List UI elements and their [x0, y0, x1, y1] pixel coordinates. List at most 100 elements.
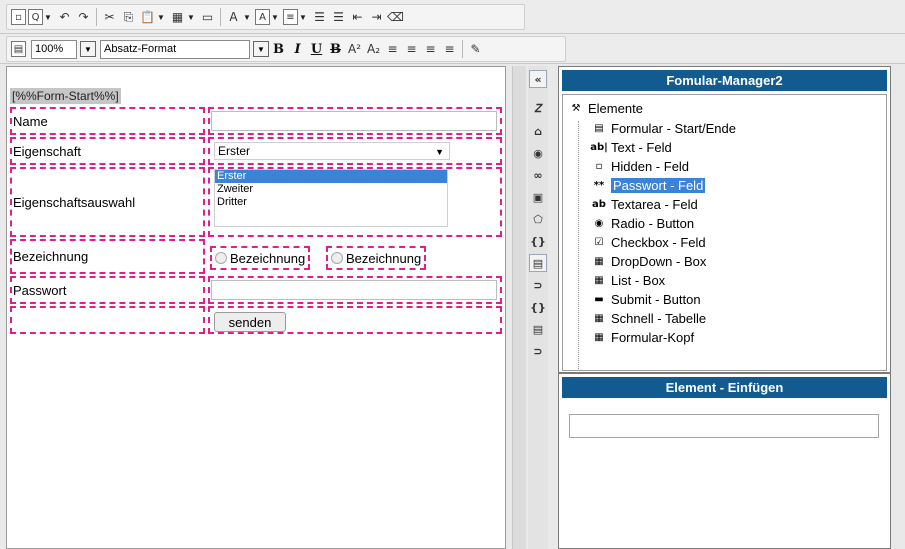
tree-item-label: List - Box	[611, 272, 666, 288]
chevron-down-icon[interactable]: ▼	[253, 41, 269, 57]
tree-item[interactable]: ◉ Radio - Button	[591, 214, 694, 232]
preview-icon[interactable]: Q	[28, 9, 43, 25]
list-option[interactable]: Zweiter	[215, 183, 447, 196]
radio-icon[interactable]	[215, 252, 227, 264]
radio-option[interactable]: Bezeichnung	[326, 246, 427, 270]
form-element-icon[interactable]: ▤	[529, 254, 547, 272]
cut-icon[interactable]: ✂	[101, 8, 118, 27]
text-color-icon[interactable]: A	[225, 8, 242, 27]
checkbox-icon: ☑	[594, 236, 604, 248]
bold-button[interactable]: B	[270, 40, 287, 59]
bg-color-icon[interactable]: A	[255, 9, 270, 25]
tree-item[interactable]: ▦ Formular-Kopf	[591, 328, 694, 346]
home-icon[interactable]: ⌂	[529, 122, 547, 140]
plug-icon[interactable]: ⊃	[529, 342, 547, 360]
tree-item-label: Checkbox - Feld	[611, 234, 706, 250]
insert-input[interactable]	[569, 414, 879, 438]
anchor-icon[interactable]: ⬠	[529, 210, 547, 228]
collapse-icon[interactable]: «	[529, 70, 547, 88]
strikethrough-button[interactable]: B	[327, 40, 344, 59]
unordered-list-icon[interactable]: ☰	[330, 8, 347, 27]
tree-root[interactable]: ⚒ Elemente	[568, 101, 643, 116]
chevron-down-icon[interactable]: ▼	[243, 13, 251, 22]
form-row: Passwort	[10, 276, 502, 304]
chevron-down-icon[interactable]: ▼	[299, 13, 307, 22]
form-row: Bezeichnung Bezeichnung Bezeichnung	[10, 239, 502, 274]
eigenschaftsauswahl-listbox[interactable]: Erster Zweiter Dritter	[214, 169, 448, 227]
tree-item[interactable]: ▦ Schnell - Tabelle	[591, 309, 706, 327]
password-cell	[208, 276, 502, 304]
tree-item-label: Text - Feld	[611, 139, 672, 155]
tree-item[interactable]: ▦ DropDown - Box	[591, 252, 706, 270]
toolbar-format-group: ▤ 100% ▼ Absatz-Format ▼ B I U B A² A₂ ≡…	[6, 36, 566, 62]
chevron-down-icon[interactable]: ▼	[271, 13, 279, 22]
indent-icon[interactable]: ⇥	[368, 8, 385, 27]
tree-item-label: Schnell - Tabelle	[611, 310, 707, 326]
chevron-down-icon[interactable]: ▼	[157, 13, 165, 22]
row-label: Passwort	[10, 276, 205, 304]
list-option[interactable]: Erster	[215, 170, 447, 183]
tree-root-label: Elemente	[588, 101, 643, 116]
splitter[interactable]	[512, 66, 526, 549]
box-icon[interactable]: ▭	[199, 8, 216, 27]
underline-button[interactable]: U	[308, 40, 325, 59]
calendar-icon[interactable]: ▤	[11, 41, 26, 57]
chevron-down-icon[interactable]: ▼	[187, 13, 195, 22]
tree-item-label: Radio - Button	[611, 215, 695, 231]
tree-item[interactable]: ab| Text - Feld	[590, 138, 672, 156]
align-justify-icon[interactable]: ≡	[441, 40, 458, 59]
image-icon[interactable]: ▣	[529, 188, 547, 206]
undo-icon[interactable]: ↶	[56, 8, 73, 27]
chevron-down-icon[interactable]: ▼	[80, 41, 96, 57]
paste-icon[interactable]: 📋	[139, 8, 156, 27]
new-doc-icon[interactable]: ▫	[11, 9, 26, 25]
italic-button[interactable]: I	[289, 40, 306, 59]
eraser-icon[interactable]: ⌫	[387, 8, 404, 27]
list-option[interactable]: Dritter	[215, 196, 447, 209]
list-icon[interactable]: ≡	[283, 9, 298, 25]
paragraph-format-select[interactable]: Absatz-Format	[100, 39, 250, 59]
editor-area[interactable]: [%%Form-Start%%] Name Eigenschaft Erster…	[6, 66, 506, 549]
tree-item[interactable]: ☑ Checkbox - Feld	[591, 233, 706, 251]
dropdown-icon: ▦	[594, 255, 604, 267]
chevron-down-icon[interactable]: ▼	[44, 13, 52, 22]
submit-button[interactable]: senden	[214, 312, 286, 332]
tree-item[interactable]: ab Textarea - Feld	[591, 195, 698, 213]
code-icon[interactable]: {}	[529, 232, 547, 250]
code-icon[interactable]: {}	[529, 298, 547, 316]
row-label: Name	[10, 107, 205, 135]
name-input[interactable]	[211, 111, 497, 131]
link-icon[interactable]: ∞	[529, 166, 547, 184]
toolbar-format: ▤ 100% ▼ Absatz-Format ▼ B I U B A² A₂ ≡…	[0, 34, 905, 64]
tree-item[interactable]: ▤ Formular - Start/Ende	[591, 119, 736, 137]
tree-item[interactable]: ▦ List - Box	[591, 271, 665, 289]
outdent-icon[interactable]: ⇤	[349, 8, 366, 27]
align-right-icon[interactable]: ≡	[422, 40, 439, 59]
listbox-icon: ▦	[594, 274, 604, 286]
ordered-list-icon[interactable]: ☰	[311, 8, 328, 27]
textarea-icon: ab	[592, 198, 606, 210]
subscript-icon[interactable]: A₂	[365, 40, 382, 59]
superscript-icon[interactable]: A²	[346, 40, 363, 59]
plug-icon[interactable]: ⊃	[529, 276, 547, 294]
form-icon[interactable]: 𝑍	[529, 100, 547, 118]
copy-icon[interactable]: ⎘	[120, 8, 137, 27]
tree-item[interactable]: ** Passwort - Feld	[591, 176, 706, 194]
align-left-icon[interactable]: ≡	[384, 40, 401, 59]
eigenschaft-select[interactable]: Erster ▼	[214, 142, 450, 160]
settings-icon[interactable]: ◉	[529, 144, 547, 162]
align-center-icon[interactable]: ≡	[403, 40, 420, 59]
redo-icon[interactable]: ↷	[75, 8, 92, 27]
radio-option[interactable]: Bezeichnung	[210, 246, 311, 270]
radio-icon: ◉	[594, 217, 604, 229]
form-element-icon[interactable]: ▤	[529, 320, 547, 338]
toolbar-separator	[96, 8, 97, 26]
brush-icon[interactable]: ✎	[467, 40, 484, 59]
tree-item[interactable]: ▫ Hidden - Feld	[591, 157, 689, 175]
zoom-select[interactable]: 100%	[31, 39, 77, 59]
password-input[interactable]	[211, 280, 497, 300]
tree-item[interactable]: ▬ Submit - Button	[591, 290, 700, 308]
submit-cell: senden	[208, 306, 502, 334]
radio-icon[interactable]	[331, 252, 343, 264]
table-icon[interactable]: ▦	[169, 8, 186, 27]
